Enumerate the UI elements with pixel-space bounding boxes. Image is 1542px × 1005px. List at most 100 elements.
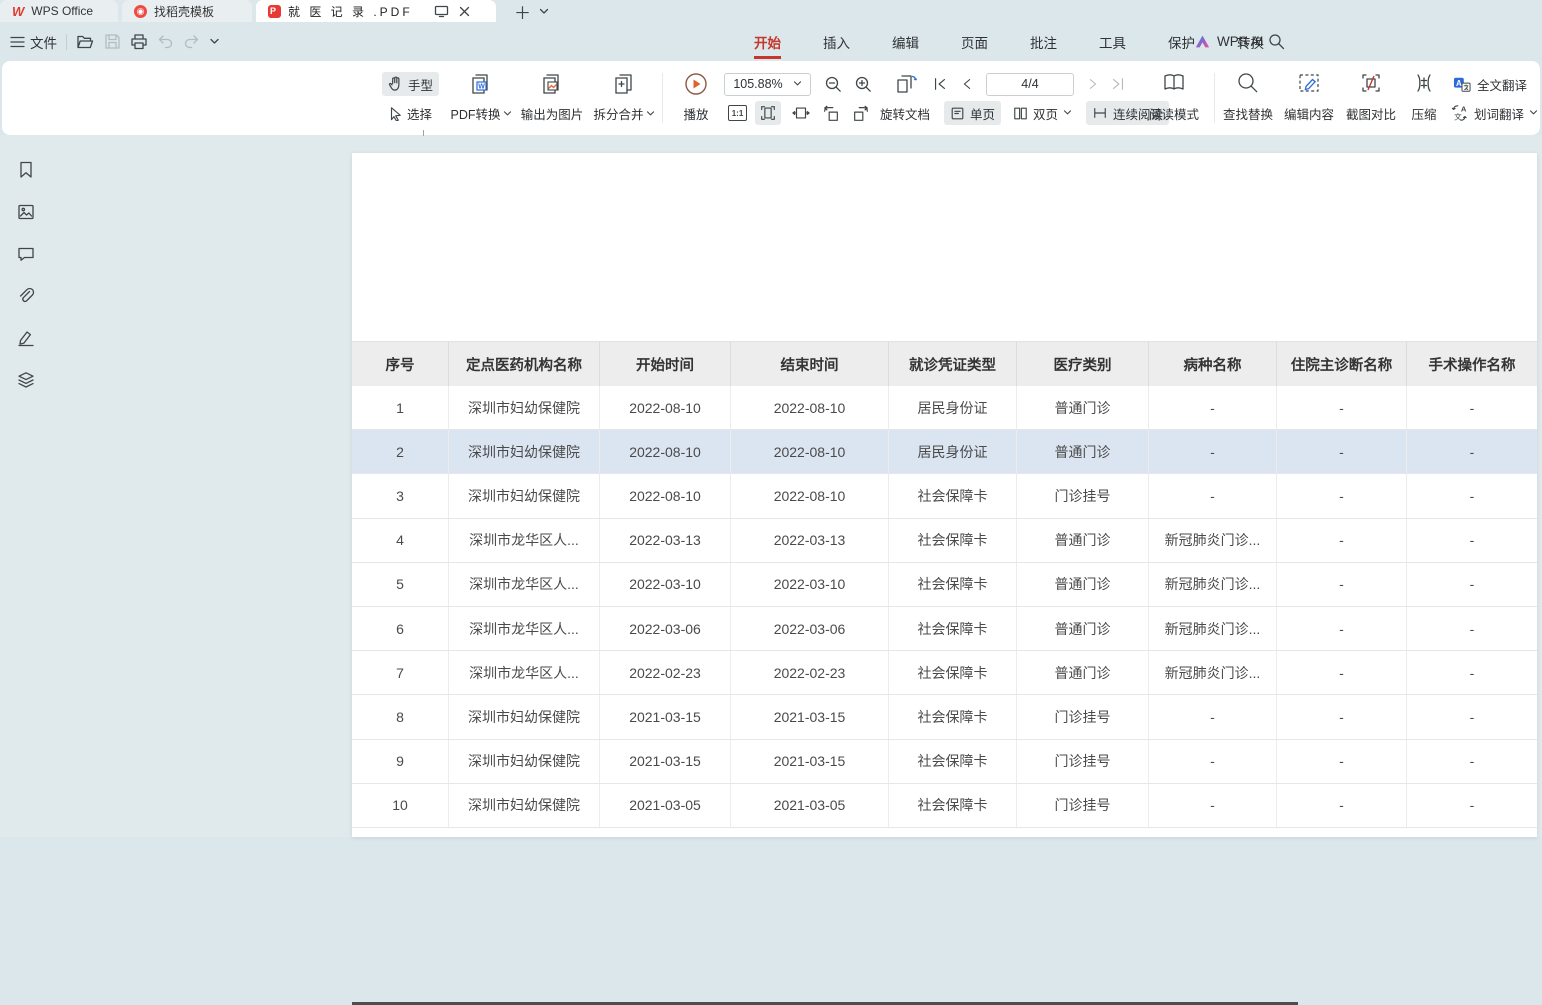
rotate-left-icon[interactable] xyxy=(821,104,841,123)
split-merge-button[interactable]: 拆分合并 xyxy=(584,69,664,127)
table-cell: 社会保障卡 xyxy=(889,651,1017,694)
single-page-button[interactable]: 单页 xyxy=(944,101,1001,125)
table-row[interactable]: 2深圳市妇幼保健院2022-08-102022-08-10居民身份证普通门诊--… xyxy=(352,430,1537,474)
table-cell: - xyxy=(1149,386,1277,429)
print-icon[interactable] xyxy=(130,33,148,50)
word-translate-icon: 文 A xyxy=(1450,104,1469,122)
export-image-button[interactable]: 输出为图片 xyxy=(514,69,590,127)
last-page-icon[interactable] xyxy=(1110,76,1126,92)
tab-document[interactable]: P 就 医 记 录 .PDF xyxy=(256,0,496,22)
zoom-out-icon[interactable] xyxy=(824,75,843,94)
svg-text:A: A xyxy=(1456,78,1462,87)
double-page-button[interactable]: 双页 xyxy=(1007,101,1078,125)
tab-wps-office[interactable]: W WPS Office xyxy=(0,0,118,22)
menu-home[interactable]: 开始 xyxy=(733,22,802,61)
menu-wps-ai[interactable]: WPS AI xyxy=(1194,22,1264,61)
thumbnail-icon[interactable] xyxy=(16,202,36,222)
layers-icon[interactable] xyxy=(16,370,36,390)
table-cell: 深圳市妇幼保健院 xyxy=(449,430,600,473)
close-tab-icon[interactable] xyxy=(459,6,470,17)
table-body: 1深圳市妇幼保健院2022-08-102022-08-10居民身份证普通门诊--… xyxy=(352,386,1537,828)
select-tool-button[interactable]: 选择 xyxy=(382,101,438,125)
rotate-doc-label[interactable]: 旋转文档 xyxy=(880,104,930,123)
table-row[interactable]: 5深圳市龙华区人...2022-03-102022-03-10社会保障卡普通门诊… xyxy=(352,563,1537,607)
table-cell: - xyxy=(1277,695,1407,738)
screenshot-compare-label: 截图对比 xyxy=(1346,104,1396,123)
table-cell: 2022-02-23 xyxy=(600,651,731,694)
hand-tool-button[interactable]: 手型 xyxy=(382,72,439,96)
rotate-right-icon[interactable] xyxy=(851,104,871,123)
tab-docer[interactable]: ◉ 找稻壳模板 xyxy=(122,0,252,22)
redo-icon[interactable] xyxy=(183,34,200,49)
fit-width-button[interactable] xyxy=(755,101,781,125)
page-number-input[interactable]: 4/4 xyxy=(986,73,1074,96)
menu-annotate[interactable]: 批注 xyxy=(1009,22,1078,61)
word-translate-button[interactable]: 文 A 划词翻译 xyxy=(1450,101,1538,125)
find-replace-button[interactable]: 查找替换 xyxy=(1219,69,1277,127)
pdf-convert-icon: W xyxy=(468,71,494,97)
bookmark-icon[interactable] xyxy=(16,160,36,180)
zoom-in-icon[interactable] xyxy=(854,75,873,94)
undo-history-chevron-icon[interactable] xyxy=(209,38,220,45)
table-row[interactable]: 9深圳市妇幼保健院2021-03-152021-03-15社会保障卡门诊挂号--… xyxy=(352,740,1537,784)
chevron-down-icon xyxy=(503,111,512,117)
document-canvas[interactable]: 序号定点医药机构名称开始时间结束时间就诊凭证类型医疗类别病种名称住院主诊断名称手… xyxy=(0,135,1542,837)
prev-page-icon[interactable] xyxy=(960,76,974,92)
table-cell: 普通门诊 xyxy=(1017,519,1149,562)
comment-icon[interactable] xyxy=(16,244,36,264)
compress-button[interactable]: 压缩 xyxy=(1403,69,1445,127)
fit-page-icon[interactable] xyxy=(791,104,811,122)
replace-pages-icon[interactable] xyxy=(893,73,919,95)
play-button[interactable]: 播放 xyxy=(672,69,720,127)
pdf-page[interactable]: 序号定点医药机构名称开始时间结束时间就诊凭证类型医疗类别病种名称住院主诊断名称手… xyxy=(352,153,1537,837)
menu-page[interactable]: 页面 xyxy=(940,22,1009,61)
table-row[interactable]: 1深圳市妇幼保健院2022-08-102022-08-10居民身份证普通门诊--… xyxy=(352,386,1537,430)
read-mode-button[interactable]: 阅读模式 xyxy=(1146,69,1202,127)
menu-insert[interactable]: 插入 xyxy=(802,22,871,61)
play-icon xyxy=(683,71,709,97)
actual-size-button[interactable]: 1:1 xyxy=(728,105,747,121)
tab-list-chevron-icon[interactable] xyxy=(539,0,549,22)
present-to-screen-icon[interactable] xyxy=(434,5,449,18)
next-page-icon[interactable] xyxy=(1086,76,1100,92)
save-icon[interactable] xyxy=(104,33,121,50)
first-page-icon[interactable] xyxy=(932,76,948,92)
table-cell: 2022-03-13 xyxy=(731,519,889,562)
table-cell: - xyxy=(1277,386,1407,429)
table-cell: 深圳市龙华区人... xyxy=(449,651,600,694)
new-tab-button[interactable]: ＋ xyxy=(514,0,531,22)
open-folder-icon[interactable] xyxy=(76,33,95,50)
pdf-convert-button[interactable]: W PDF转换 xyxy=(442,69,520,127)
table-row[interactable]: 10深圳市妇幼保健院2021-03-052021-03-05社会保障卡门诊挂号-… xyxy=(352,784,1537,828)
menu-edit[interactable]: 编辑 xyxy=(871,22,940,61)
table-cell: - xyxy=(1407,386,1537,429)
table-cell: 2022-03-06 xyxy=(600,607,731,650)
menu-tools[interactable]: 工具 xyxy=(1078,22,1147,61)
full-translate-button[interactable]: A 全文翻译 xyxy=(1452,72,1527,96)
continuous-read-icon xyxy=(1092,106,1108,120)
table-cell: 4 xyxy=(352,519,449,562)
table-cell: 社会保障卡 xyxy=(889,784,1017,827)
undo-icon[interactable] xyxy=(157,34,174,49)
table-cell: 新冠肺炎门诊... xyxy=(1149,519,1277,562)
zoom-level-select[interactable]: 105.88% xyxy=(724,73,811,96)
table-row[interactable]: 8深圳市妇幼保健院2021-03-152021-03-15社会保障卡门诊挂号--… xyxy=(352,695,1537,739)
table-cell: - xyxy=(1277,784,1407,827)
table-cell: 2021-03-05 xyxy=(600,784,731,827)
table-cell: 社会保障卡 xyxy=(889,607,1017,650)
table-cell: 2022-03-10 xyxy=(600,563,731,606)
file-menu-button[interactable]: 文件 xyxy=(10,32,57,52)
edit-content-button[interactable]: 编辑内容 xyxy=(1279,69,1339,127)
table-row[interactable]: 7深圳市龙华区人...2022-02-232022-02-23社会保障卡普通门诊… xyxy=(352,651,1537,695)
table-row[interactable]: 6深圳市龙华区人...2022-03-062022-03-06社会保障卡普通门诊… xyxy=(352,607,1537,651)
table-row[interactable]: 4深圳市龙华区人...2022-03-132022-03-13社会保障卡普通门诊… xyxy=(352,519,1537,563)
attachment-icon[interactable] xyxy=(16,286,36,306)
tab-docer-label: 找稻壳模板 xyxy=(154,3,214,20)
menu-search-button[interactable] xyxy=(1268,22,1285,61)
table-cell: 门诊挂号 xyxy=(1017,474,1149,517)
table-cell: - xyxy=(1149,695,1277,738)
signature-pen-icon[interactable] xyxy=(16,328,36,348)
screenshot-compare-button[interactable]: 截图对比 xyxy=(1341,69,1401,127)
table-cell: - xyxy=(1149,784,1277,827)
table-row[interactable]: 3深圳市妇幼保健院2022-08-102022-08-10社会保障卡门诊挂号--… xyxy=(352,474,1537,518)
